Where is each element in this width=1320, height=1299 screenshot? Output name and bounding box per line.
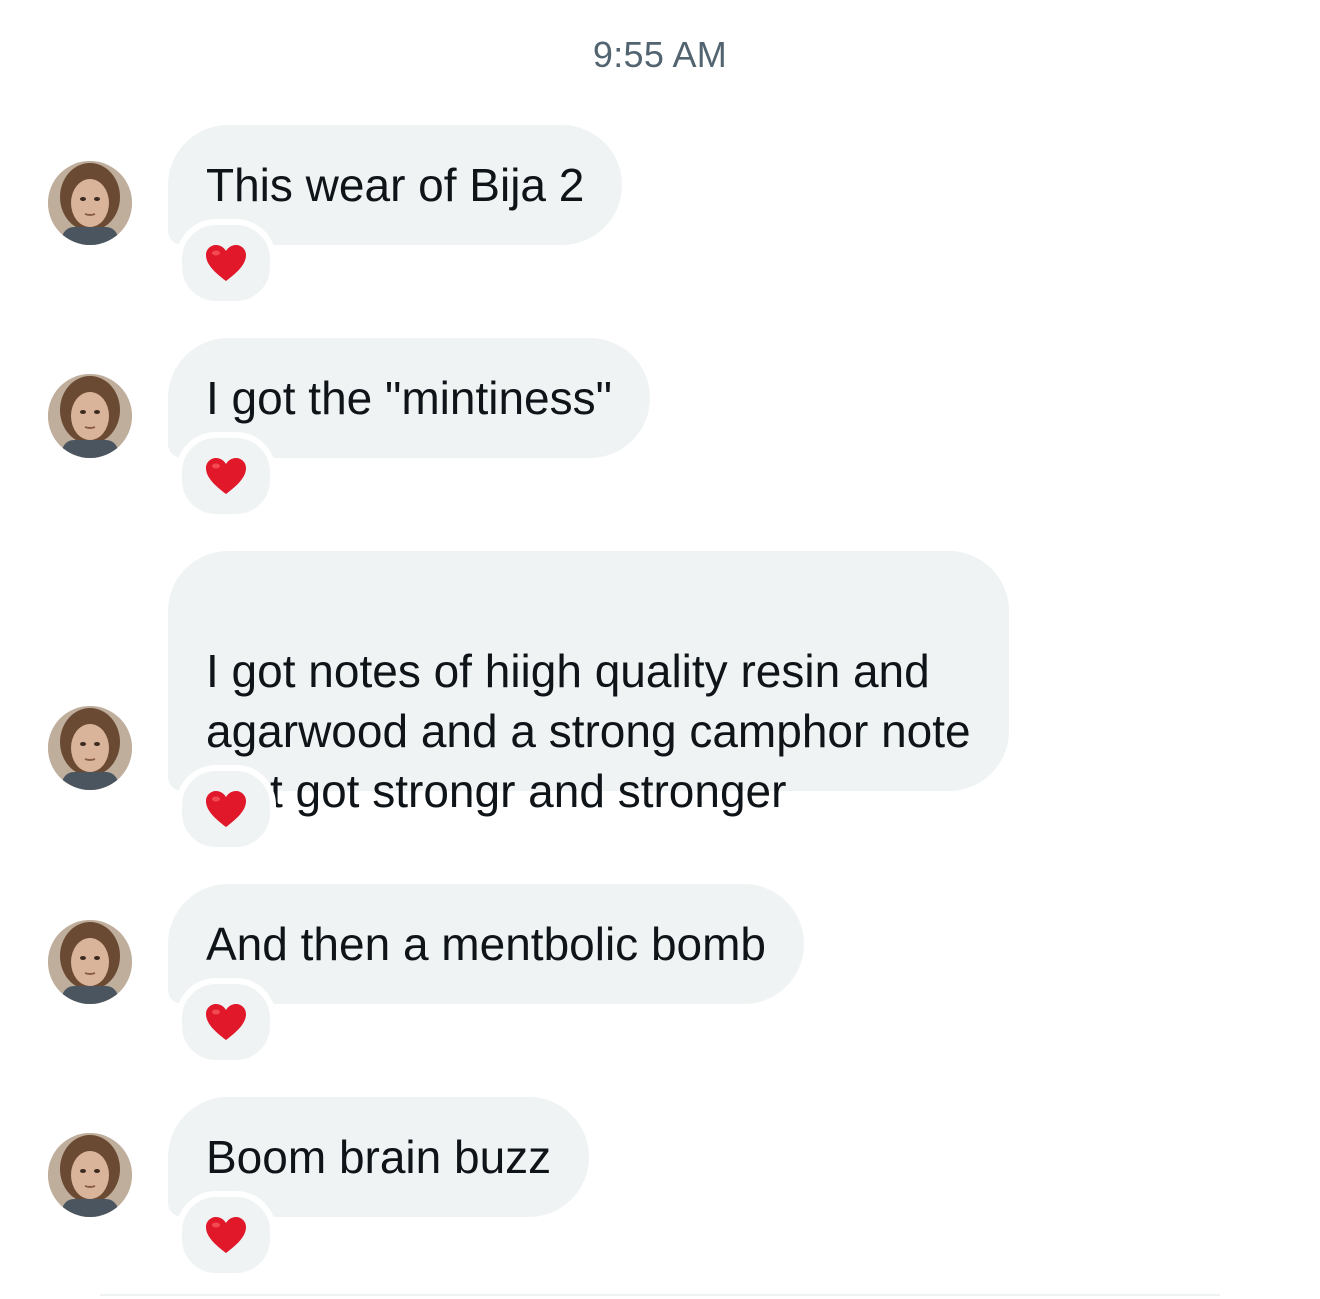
sender-avatar[interactable]: [48, 161, 132, 245]
message-text: I got notes of hiigh quality resin and a…: [206, 645, 971, 817]
message-bubble[interactable]: I got notes of hiigh quality resin and a…: [168, 551, 1009, 817]
avatar-image: [48, 1133, 132, 1217]
reaction-badge[interactable]: [176, 219, 276, 307]
reaction-badge[interactable]: [176, 765, 276, 853]
message-text: Boom brain buzz: [206, 1131, 552, 1183]
avatar-image: [48, 706, 132, 790]
reaction-badge[interactable]: [176, 978, 276, 1066]
reaction-badge[interactable]: [176, 432, 276, 520]
sender-avatar[interactable]: [48, 920, 132, 1004]
sender-avatar[interactable]: [48, 706, 132, 790]
message-text: This wear of Bija 2: [206, 159, 585, 211]
avatar-image: [48, 920, 132, 1004]
message-text: And then a mentbolic bomb: [206, 918, 767, 970]
heart-icon: [206, 458, 246, 494]
heart-icon: [206, 1004, 246, 1040]
heart-icon: [206, 245, 246, 281]
message-text: I got the "mintiness": [206, 372, 612, 424]
divider: [100, 1294, 1220, 1296]
reaction-badge[interactable]: [176, 1191, 276, 1279]
sender-avatar[interactable]: [48, 1133, 132, 1217]
message-timestamp: 9:55 AM: [592, 34, 728, 75]
avatar-image: [48, 161, 132, 245]
avatar-image: [48, 374, 132, 458]
sender-avatar[interactable]: [48, 374, 132, 458]
heart-icon: [206, 1217, 246, 1253]
message-bubble[interactable]: And then a mentbolic bomb: [168, 884, 805, 1004]
heart-icon: [206, 791, 246, 827]
